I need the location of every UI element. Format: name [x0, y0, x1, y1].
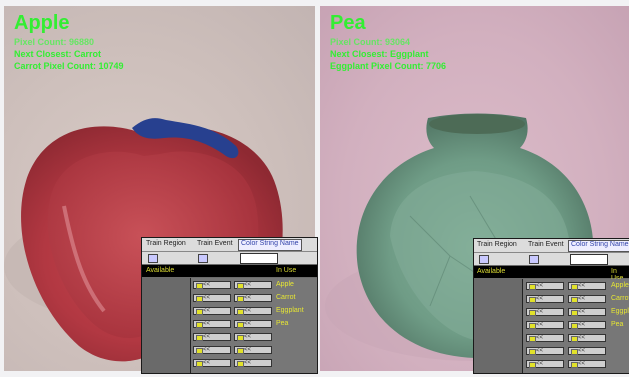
detected-label: Pea	[330, 12, 366, 34]
panel-tabs: Train Region Train Event Color String Na…	[474, 239, 629, 253]
transfer-button[interactable]: <<	[234, 333, 272, 341]
in-use-item[interactable]: Pea	[276, 320, 288, 327]
transfer-button[interactable]: <<	[193, 294, 231, 302]
train-region-button[interactable]	[479, 255, 489, 264]
classification-overlay: Pea Pixel Count: 93064 Next Closest: Egg…	[330, 12, 446, 72]
in-use-item[interactable]: Apple	[611, 282, 629, 289]
transfer-button[interactable]: <<	[568, 282, 606, 290]
in-use-item[interactable]: Eggplant	[276, 307, 304, 314]
available-header: Available	[477, 268, 506, 275]
next-pixel-count-label: Carrot Pixel Count: 10749	[14, 61, 124, 71]
pea-bowl-handle	[429, 114, 525, 134]
transfer-button[interactable]: <<	[526, 295, 564, 303]
transfer-button[interactable]: <<	[568, 321, 606, 329]
transfer-buttons: << << << << << << << << << << << << << <…	[523, 279, 609, 373]
in-use-item[interactable]: Carrot	[611, 295, 629, 302]
classification-overlay: Apple Pixel Count: 96880 Next Closest: C…	[14, 12, 124, 72]
transfer-button[interactable]: <<	[526, 347, 564, 355]
next-closest-label: Next Closest: Eggplant	[330, 49, 429, 59]
panel-controls	[142, 252, 317, 264]
detected-label: Apple	[14, 12, 70, 34]
in-use-list[interactable]: Apple Carrot Eggplant Pea	[609, 279, 629, 373]
in-use-item[interactable]: Apple	[276, 281, 294, 288]
transfer-button[interactable]: <<	[568, 360, 606, 368]
train-event-button[interactable]	[198, 254, 208, 263]
color-string-name-input[interactable]	[240, 253, 278, 264]
transfer-button[interactable]: <<	[234, 281, 272, 289]
transfer-button[interactable]: <<	[568, 347, 606, 355]
transfer-button[interactable]: <<	[526, 282, 564, 290]
transfer-button[interactable]: <<	[193, 281, 231, 289]
panel-controls	[474, 253, 629, 265]
available-list[interactable]	[474, 279, 523, 373]
train-region-button[interactable]	[148, 254, 158, 263]
transfer-button[interactable]: <<	[193, 333, 231, 341]
transfer-button[interactable]: <<	[526, 308, 564, 316]
tab-color-string-name[interactable]: Color String Name	[238, 239, 302, 251]
in-use-item[interactable]: Eggplant	[611, 308, 629, 315]
pixel-count-label: Pixel Count: 93064	[330, 37, 411, 47]
color-training-panel: Train Region Train Event Color String Na…	[141, 237, 318, 374]
transfer-button[interactable]: <<	[526, 321, 564, 329]
transfer-button[interactable]: <<	[526, 360, 564, 368]
in-use-item[interactable]: Carrot	[276, 294, 295, 301]
transfer-button[interactable]: <<	[568, 334, 606, 342]
panel-tabs: Train Region Train Event Color String Na…	[142, 238, 317, 252]
train-event-button[interactable]	[529, 255, 539, 264]
in-use-item[interactable]: Pea	[611, 321, 623, 328]
list-header: Available In Use	[474, 266, 629, 282]
transfer-button[interactable]: <<	[234, 320, 272, 328]
transfer-button[interactable]: <<	[193, 346, 231, 354]
next-pixel-count-label: Eggplant Pixel Count: 7706	[330, 61, 447, 71]
transfer-button[interactable]: <<	[234, 307, 272, 315]
tab-train-event[interactable]: Train Event	[197, 240, 233, 247]
color-string-name-input[interactable]	[570, 254, 608, 265]
transfer-buttons: << << << << << << << << << << << << << <…	[191, 278, 274, 373]
next-closest-label: Next Closest: Carrot	[14, 49, 102, 59]
tab-train-region[interactable]: Train Region	[146, 240, 186, 247]
tab-train-region[interactable]: Train Region	[477, 241, 517, 248]
transfer-button[interactable]: <<	[193, 359, 231, 367]
transfer-button[interactable]: <<	[193, 307, 231, 315]
tab-color-string-name[interactable]: Color String Name	[568, 240, 629, 252]
color-training-panel: Train Region Train Event Color String Na…	[473, 238, 629, 374]
transfer-button[interactable]: <<	[568, 295, 606, 303]
list-header: Available In Use	[142, 265, 317, 277]
transfer-button[interactable]: <<	[234, 294, 272, 302]
transfer-button[interactable]: <<	[568, 308, 606, 316]
transfer-button[interactable]: <<	[193, 320, 231, 328]
transfer-button[interactable]: <<	[234, 346, 272, 354]
tab-train-event[interactable]: Train Event	[528, 241, 564, 248]
in-use-header: In Use	[276, 267, 297, 274]
pixel-count-label: Pixel Count: 96880	[14, 37, 95, 47]
transfer-button[interactable]: <<	[234, 359, 272, 367]
available-list[interactable]	[142, 278, 191, 373]
transfer-button[interactable]: <<	[526, 334, 564, 342]
available-header: Available	[146, 267, 175, 274]
in-use-list[interactable]: Apple Carrot Eggplant Pea	[274, 278, 317, 373]
